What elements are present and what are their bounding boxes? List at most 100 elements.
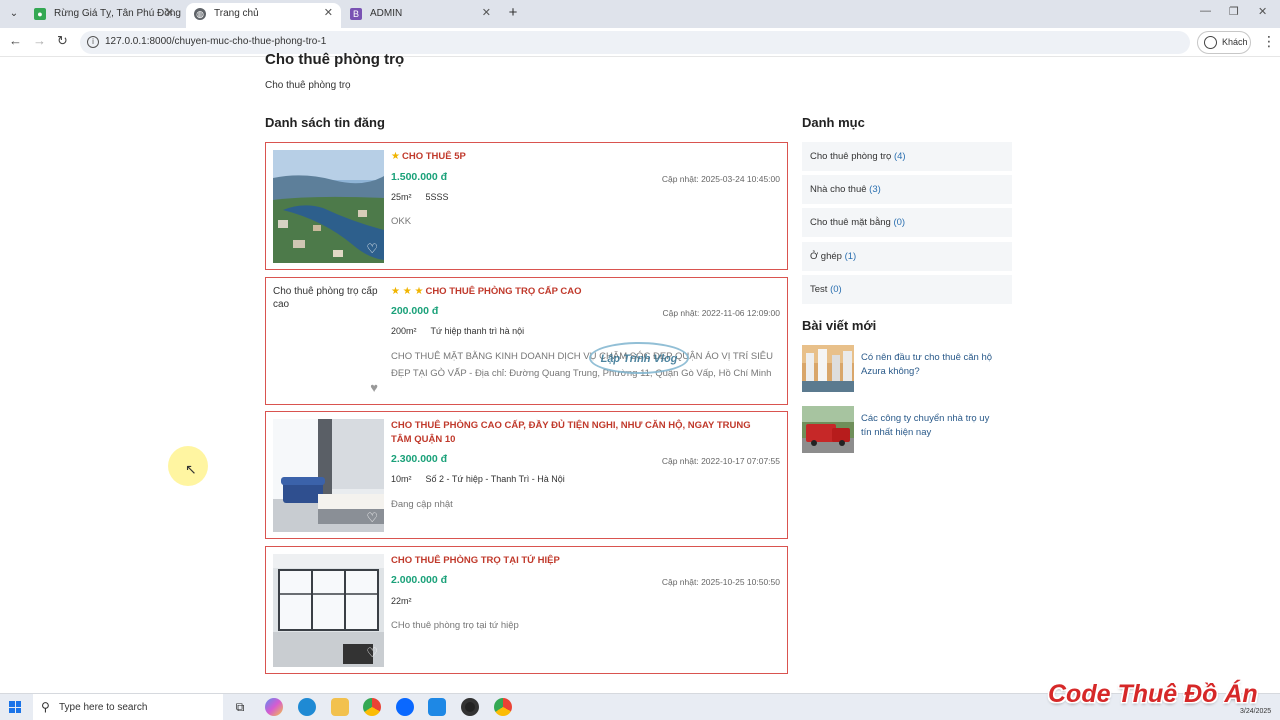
post-thumbnail[interactable] [802, 345, 854, 392]
post-title[interactable]: Các công ty chuyển nhà trọ uy tín nhất h… [861, 412, 1001, 440]
site-info-icon[interactable]: i [87, 36, 99, 48]
tab-search-button[interactable]: ⌄ [6, 6, 22, 22]
bootstrap-icon: B [350, 8, 362, 20]
map-pin-icon: ● [34, 8, 46, 20]
back-icon[interactable]: ← [9, 33, 22, 48]
search-icon: ⚲ [41, 700, 50, 714]
listing-price: 2.000.000 đ [391, 574, 448, 586]
globe-icon: ◍ [194, 8, 206, 20]
tab-forest[interactable]: ● Rừng Giá Tỵ, Tân Phú Đồng Nai ✕ [26, 3, 182, 28]
listing-image[interactable]: ♡ [273, 554, 384, 667]
tab-title: Rừng Giá Tỵ, Tân Phú Đồng Nai [54, 8, 182, 19]
windows-start-icon[interactable] [9, 701, 21, 713]
new-tab-button[interactable]: + [505, 4, 521, 22]
listing-meta: 25m² 5SSS [391, 192, 449, 202]
category-count: (1) [844, 251, 857, 262]
restore-icon[interactable]: ❐ [1229, 5, 1239, 18]
listing-card[interactable]: Cho thuê phòng trọ cấp cao ♥ ★ ★ ★ CHO TH… [265, 277, 788, 405]
minimize-icon[interactable]: — [1200, 5, 1211, 17]
listing-updated: Cập nhật: 2022-11-06 12:09:00 [662, 308, 780, 318]
category-name: Cho thuê phòng trọ [810, 151, 892, 162]
post-thumbnail[interactable] [802, 406, 854, 453]
listing-card[interactable]: ♡ ★ CHO THUÊ 5P 1.500.000 đ Cập nhật: 202… [265, 142, 788, 270]
favorite-heart-icon[interactable]: ♡ [366, 645, 378, 661]
favorite-heart-icon[interactable]: ♡ [366, 241, 378, 257]
close-icon[interactable]: ✕ [324, 3, 333, 24]
listing-meta: 10m² Số 2 - Tứ hiệp - Thanh Trì - Hà Nội [391, 474, 565, 484]
chrome-icon[interactable] [494, 698, 512, 716]
recent-post[interactable]: Các công ty chuyển nhà trọ uy tín nhất h… [802, 406, 1012, 454]
listing-description: OKK [391, 216, 412, 227]
listing-title[interactable]: ★ ★ ★ CHO THUÊ PHÒNG TRỌ CẤP CAO [391, 285, 751, 299]
listing-area: 200m² [391, 326, 417, 336]
tab-admin[interactable]: B ADMIN ✕ [342, 3, 499, 28]
listings-heading: Danh sách tin đăng [265, 115, 385, 130]
recent-post[interactable]: Có nên đầu tư cho thuê căn hộ Azura khôn… [802, 345, 1012, 393]
taskbar-date: 3/24/2025 [1240, 708, 1272, 715]
category-item[interactable]: Cho thuê mặt bằng (0) [802, 208, 1012, 237]
category-name: Nhà cho thuê [810, 184, 867, 195]
listing-address: 5SSS [425, 192, 449, 202]
edge-icon[interactable] [298, 698, 316, 716]
rating-star-icon: ★ ★ ★ [391, 286, 424, 297]
listing-description: CHo thuê phòng trọ tại tứ hiệp [391, 620, 519, 631]
task-view-icon[interactable]: ⧉ [231, 698, 249, 716]
tab-home[interactable]: ◍ Trang chủ ✕ [186, 3, 341, 28]
watermark-logo: Lập Trình Vlog [589, 342, 689, 374]
person-icon [1204, 36, 1217, 49]
zalo-icon[interactable] [396, 698, 414, 716]
listing-card[interactable]: ♡ CHO THUÊ PHÒNG CAO CẤP, ĐẦY ĐỦ TIỆN NG… [265, 411, 788, 539]
category-count: (4) [893, 151, 906, 162]
listing-description: Đang cập nhật [391, 499, 453, 510]
record-icon[interactable] [461, 698, 479, 716]
close-icon[interactable]: ✕ [482, 3, 491, 24]
favorite-heart-icon[interactable]: ♥ [370, 381, 378, 394]
listing-area: 22m² [391, 596, 412, 606]
listing-meta: 22m² [391, 596, 412, 606]
favorite-heart-icon[interactable]: ♡ [366, 510, 378, 526]
browser-toolbar: ← → ↻ i 127.0.0.1:8000/chuyen-muc-cho-th… [0, 28, 1280, 57]
listing-meta: 200m² Tứ hiệp thanh trì hà nội [391, 326, 524, 336]
brand-watermark: Code Thuê Đồ Án [1048, 680, 1258, 708]
listing-image[interactable]: ♡ [273, 419, 384, 532]
listing-title[interactable]: CHO THUÊ PHÒNG TRỌ TẠI TỨ HIỆP [391, 554, 751, 568]
recent-posts-heading: Bài viết mới [802, 318, 877, 333]
listing-title[interactable]: CHO THUÊ PHÒNG CAO CẤP, ĐẦY ĐỦ TIỆN NGHI… [391, 419, 751, 447]
close-icon[interactable]: ✕ [165, 3, 174, 24]
listing-updated: Cập nhật: 2025-10-25 10:50:50 [661, 577, 780, 587]
listing-title[interactable]: ★ CHO THUÊ 5P [391, 150, 751, 164]
category-item[interactable]: Nhà cho thuê (3) [802, 175, 1012, 204]
category-item[interactable]: Ở ghép (1) [802, 242, 1012, 271]
listing-image[interactable]: ♡ [273, 150, 384, 263]
url-text: 127.0.0.1:8000/chuyen-muc-cho-thue-phong… [105, 36, 327, 47]
listing-image-broken[interactable]: Cho thuê phòng trọ cấp cao ♥ [273, 285, 384, 398]
tab-title: Trang chủ [214, 8, 259, 19]
listing-card[interactable]: ♡ CHO THUÊ PHÒNG TRỌ TẠI TỨ HIỆP 2.000.0… [265, 546, 788, 674]
listing-area: 25m² [391, 192, 412, 202]
category-item[interactable]: Cho thuê phòng trọ (4) [802, 142, 1012, 171]
image-alt-text: Cho thuê phòng trọ cấp cao [273, 286, 378, 310]
address-bar[interactable]: i 127.0.0.1:8000/chuyen-muc-cho-thue-pho… [80, 31, 1190, 54]
tab-strip: ⌄ ● Rừng Giá Tỵ, Tân Phú Đồng Nai ✕ ◍ Tr… [0, 0, 1280, 28]
listing-description: CHO THUÊ MẶT BẰNG KINH DOANH DỊCH VỤ CHĂ… [391, 351, 773, 379]
window-close-icon[interactable]: ✕ [1258, 5, 1267, 18]
forward-icon[interactable]: → [33, 33, 46, 48]
listing-address: Số 2 - Tứ hiệp - Thanh Trì - Hà Nội [425, 474, 565, 484]
category-count: (0) [893, 217, 906, 228]
chrome-icon[interactable] [363, 698, 381, 716]
page-description: Cho thuê phòng trọ [265, 80, 351, 91]
listing-updated: Cập nhật: 2022-10-17 07:07:55 [661, 456, 780, 466]
file-explorer-icon[interactable] [331, 698, 349, 716]
tab-title: ADMIN [370, 8, 403, 19]
mouse-pointer-icon: ↖ [185, 461, 197, 477]
listing-price: 2.300.000 đ [391, 453, 448, 465]
taskbar-search[interactable]: ⚲ Type here to search [33, 694, 223, 720]
copilot-icon[interactable] [265, 698, 283, 716]
post-title[interactable]: Có nên đầu tư cho thuê căn hộ Azura khôn… [861, 351, 1001, 379]
category-item[interactable]: Test (0) [802, 275, 1012, 304]
vscode-icon[interactable] [428, 698, 446, 716]
more-menu-icon[interactable]: ⋮ [1262, 33, 1276, 50]
profile-button[interactable]: Khách [1197, 31, 1251, 54]
category-name: Test [810, 284, 828, 295]
reload-icon[interactable]: ↻ [57, 33, 68, 49]
